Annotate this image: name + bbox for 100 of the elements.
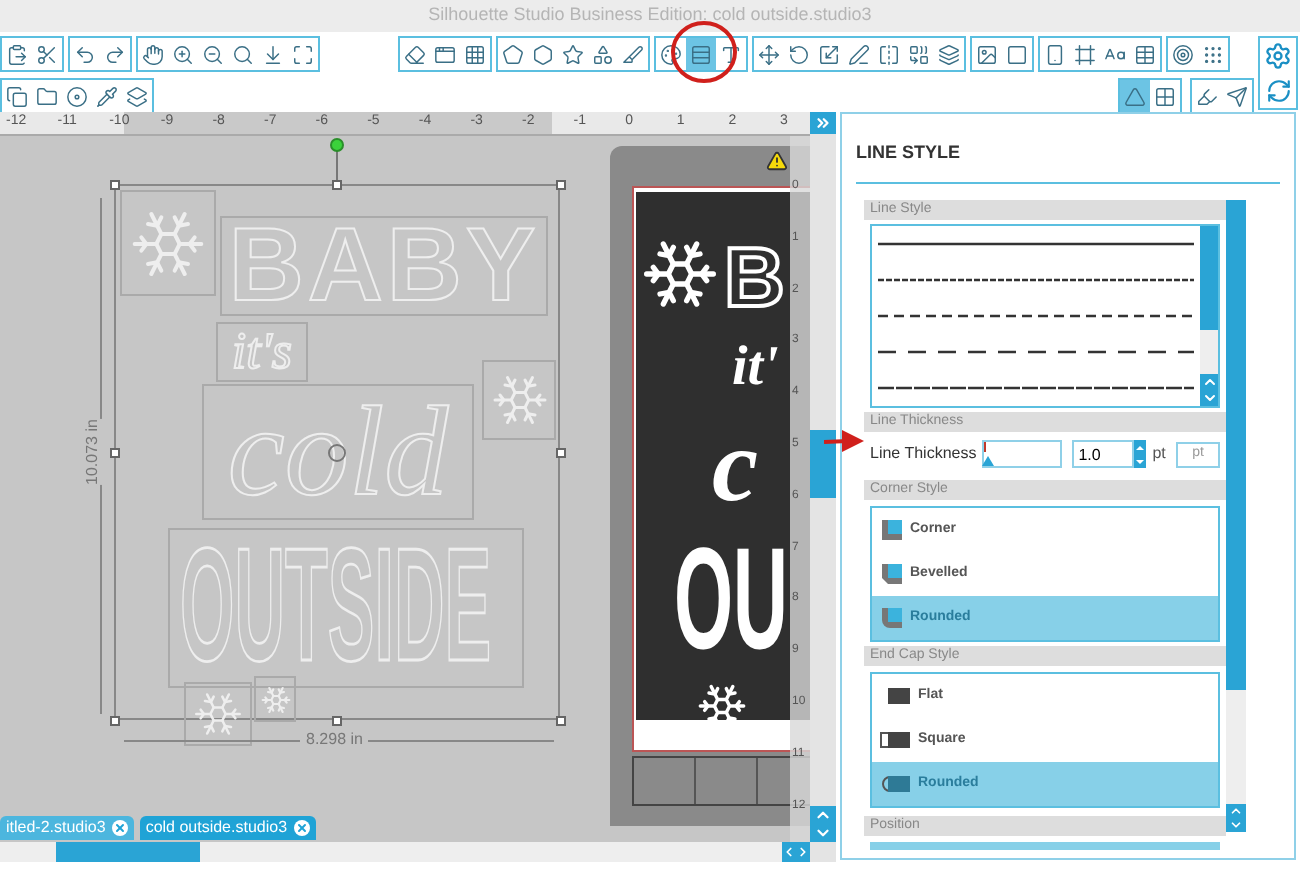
line-style-sample[interactable]	[878, 312, 1194, 320]
close-icon[interactable]	[293, 820, 310, 836]
line-style-sample[interactable]	[878, 276, 1194, 284]
scroll-thumb[interactable]	[1200, 226, 1218, 330]
panel-title: LINE STYLE	[856, 142, 961, 162]
letter-icon	[720, 43, 742, 65]
scroll-up-icon[interactable]	[1228, 804, 1244, 818]
annotation-circle	[670, 20, 738, 84]
resize-handle[interactable]	[332, 716, 342, 726]
scissors-icon	[36, 43, 58, 65]
toolbar-button[interactable]	[686, 38, 716, 70]
square-icon	[1006, 43, 1028, 65]
horizontal-scrollbar[interactable]	[0, 842, 810, 862]
snowflake-icon	[259, 683, 291, 715]
resize-handle[interactable]	[556, 448, 566, 458]
scroll-thumb[interactable]	[56, 842, 200, 862]
corner-icon	[880, 562, 904, 586]
magnifier-icon	[232, 43, 254, 65]
text-icon	[1104, 43, 1126, 65]
slider-thumb[interactable]	[981, 456, 994, 466]
resize-handle[interactable]	[556, 180, 566, 190]
scroll-up-icon[interactable]	[814, 806, 832, 824]
pen-icon	[848, 43, 870, 65]
preview-text: OU	[674, 529, 788, 675]
image-icon	[976, 43, 998, 65]
toolbar-button[interactable]	[1120, 80, 1150, 112]
arrow-down-icon	[262, 43, 284, 65]
resize-handle[interactable]	[110, 448, 120, 458]
scroll-down-icon[interactable]	[814, 824, 832, 842]
scroll-left-icon[interactable]	[782, 842, 796, 862]
line-thickness-label: Line Thickness	[870, 442, 977, 466]
resize-handle[interactable]	[110, 180, 120, 190]
snowflake-icon	[192, 688, 244, 740]
marker-icon	[1196, 85, 1218, 107]
snowflake-icon	[489, 370, 549, 430]
knife-icon	[622, 43, 644, 65]
panel-scrollbar[interactable]	[1226, 200, 1246, 832]
send-icon	[1226, 85, 1248, 107]
vertical-scrollbar[interactable]	[810, 134, 836, 862]
shapes-icon	[592, 43, 614, 65]
width-dimension: 8.298 in	[300, 730, 369, 750]
settings-icon[interactable]	[1264, 42, 1292, 70]
disc-icon	[66, 85, 88, 107]
line-style-sample[interactable]	[878, 348, 1194, 356]
pipette-icon	[96, 85, 118, 107]
corner-icon	[880, 606, 904, 630]
preview-text: it'	[732, 340, 779, 396]
line-style-list[interactable]	[870, 224, 1220, 408]
tab-label: cold outside.studio3	[145, 816, 288, 840]
fit-icon	[292, 43, 314, 65]
mirror-icon	[878, 43, 900, 65]
resize-handle[interactable]	[332, 180, 342, 190]
scroll-down-icon[interactable]	[1201, 390, 1217, 406]
scroll-right-icon[interactable]	[796, 842, 810, 862]
scroll-down-icon[interactable]	[1228, 818, 1244, 832]
pattern-icon	[1154, 85, 1176, 107]
move-icon	[758, 43, 780, 65]
table-icon	[1134, 43, 1156, 65]
scale-icon	[818, 43, 840, 65]
weld-icon	[908, 43, 930, 65]
hexagon-icon	[532, 43, 554, 65]
hand-icon	[142, 43, 164, 65]
copy-icon	[6, 85, 28, 107]
refresh-icon[interactable]	[1265, 78, 1291, 104]
scroll-thumb[interactable]	[810, 430, 836, 498]
redo-icon	[104, 43, 126, 65]
tab-label: itled-2.studio3	[6, 816, 106, 840]
zoom-out-icon	[202, 43, 224, 65]
document-tab[interactable]: itled-2.studio3	[0, 816, 134, 840]
line-style-sample[interactable]	[878, 384, 1194, 392]
zoom-in-icon	[172, 43, 194, 65]
resize-handle[interactable]	[556, 716, 566, 726]
scroll-thumb[interactable]	[1226, 200, 1246, 690]
expand-button[interactable]	[810, 112, 836, 134]
resize-handle[interactable]	[110, 716, 120, 726]
scroll-up-icon[interactable]	[1201, 374, 1217, 390]
warning-icon	[766, 150, 788, 172]
unit-label: pt	[1152, 442, 1166, 466]
double-chevron-icon	[814, 114, 832, 132]
line-cap-icon	[880, 730, 912, 750]
corner-icon	[880, 518, 904, 542]
scrollbar[interactable]	[1200, 226, 1218, 406]
thickness-input[interactable]: 1.0	[1072, 440, 1135, 468]
dots-icon	[1202, 43, 1224, 65]
device-icon	[1044, 43, 1066, 65]
close-icon[interactable]	[111, 820, 128, 836]
crosshair-icon	[328, 444, 346, 462]
paste-icon	[6, 43, 28, 65]
spinner[interactable]	[1134, 440, 1147, 468]
triangle-icon	[1124, 85, 1146, 107]
rotate-icon	[788, 43, 810, 65]
frame-icon	[1074, 43, 1096, 65]
rotate-handle[interactable]	[330, 138, 344, 152]
line-style-sample[interactable]	[878, 240, 1194, 248]
thickness-slider[interactable]	[982, 440, 1063, 468]
stack-icon	[126, 85, 148, 107]
annotation-arrow	[824, 428, 866, 454]
window-icon	[434, 43, 456, 65]
star-icon	[562, 43, 584, 65]
document-tab[interactable]: cold outside.studio3	[139, 816, 316, 840]
